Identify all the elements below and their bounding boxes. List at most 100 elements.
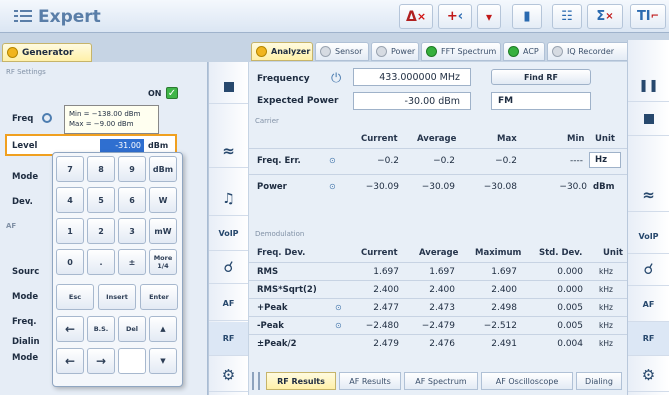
key-del[interactable]: Del xyxy=(118,316,146,342)
key-w[interactable]: W xyxy=(149,187,177,213)
delta-flag-icon[interactable]: + ‹ xyxy=(438,4,472,29)
key-right[interactable]: → xyxy=(87,348,115,374)
pause-icon[interactable]: ❚❚ xyxy=(628,68,669,102)
expected-power-input[interactable]: -30.00 dBm xyxy=(353,92,471,110)
level-input[interactable]: -31.00 xyxy=(100,139,144,152)
key-3[interactable]: 3 xyxy=(118,218,146,244)
row-divider xyxy=(249,280,627,281)
unit-select[interactable]: Hz xyxy=(589,152,621,168)
key-insert[interactable]: Insert xyxy=(98,284,136,310)
key-down[interactable]: ▼ xyxy=(149,348,177,374)
key-left[interactable]: ← xyxy=(56,348,84,374)
table-row: +Peak ⊙ 2.477 2.473 2.498 0.005 kHz xyxy=(249,300,627,316)
cell-std: 0.005 xyxy=(557,303,583,313)
row-label: AF xyxy=(6,222,17,230)
tab-af-oscilloscope[interactable]: AF Oscilloscope xyxy=(481,372,573,390)
voip-button[interactable]: VoIP xyxy=(209,217,248,251)
key-esc[interactable]: Esc xyxy=(56,284,94,310)
row-label: RMS*Sqrt(2) xyxy=(257,285,317,295)
signal-gen-icon[interactable]: ☌ xyxy=(628,252,669,286)
t-pi-icon[interactable]: TI ⌐ xyxy=(630,4,666,29)
rf-button[interactable]: RF xyxy=(209,322,248,356)
settings-icon[interactable]: ⚙ xyxy=(209,358,248,392)
app-title: Expert xyxy=(38,7,101,27)
row-label: Dialin xyxy=(12,337,40,347)
tab-af-results[interactable]: AF Results xyxy=(339,372,401,390)
tab-rf-results[interactable]: RF Results xyxy=(266,372,336,390)
row-label: Dev. xyxy=(12,197,33,207)
key-1[interactable]: 1 xyxy=(56,218,84,244)
key-blank[interactable] xyxy=(118,348,146,374)
stop-icon[interactable] xyxy=(209,70,248,104)
dropdown-icon[interactable]: ▾ xyxy=(477,4,501,29)
frequency-label: Frequency xyxy=(257,74,310,84)
drag-handle-icon[interactable] xyxy=(252,372,260,390)
tab-power[interactable]: Power xyxy=(371,42,419,61)
key-up[interactable]: ▲ xyxy=(149,316,177,342)
cell-maximum: 2.491 xyxy=(491,339,517,349)
key-enter[interactable]: Enter xyxy=(140,284,178,310)
voip-button[interactable]: VoIP xyxy=(628,220,669,254)
signal-gen-icon[interactable]: ☌ xyxy=(209,250,248,284)
tab-label: IQ Recorder xyxy=(567,47,615,56)
key-dot[interactable]: . xyxy=(87,249,115,275)
music-note-icon[interactable]: ♫ xyxy=(209,182,248,216)
delta-marker-icon[interactable]: Δ × xyxy=(399,4,433,29)
tab-dialing[interactable]: Dialing xyxy=(576,372,622,390)
col-header: Min xyxy=(567,134,585,144)
stop-icon[interactable] xyxy=(628,102,669,136)
key-0[interactable]: 0 xyxy=(56,249,84,275)
key-6[interactable]: 6 xyxy=(118,187,146,213)
cell-average: 2.476 xyxy=(429,339,455,349)
key-bs[interactable]: B.S. xyxy=(87,316,115,342)
key-mw[interactable]: mW xyxy=(149,218,177,244)
tab-af-spectrum[interactable]: AF Spectrum xyxy=(404,372,478,390)
sine-wave-icon[interactable]: ≈ xyxy=(628,178,669,212)
row-label: Freq. xyxy=(12,317,37,327)
af-button[interactable]: AF xyxy=(628,288,669,322)
delta-s-icon[interactable]: Σ × xyxy=(587,4,623,29)
cell-current: −30.09 xyxy=(365,182,399,192)
row-label: Freq. Err. xyxy=(257,156,301,166)
key-plusminus[interactable]: ± xyxy=(118,249,146,275)
key-more[interactable]: More 1/4 xyxy=(149,249,177,275)
bar-icon[interactable]: ▮ xyxy=(512,4,542,29)
power-icon[interactable] xyxy=(42,113,52,123)
frequency-input[interactable]: 433.000000 MHz xyxy=(353,68,471,86)
col-header: Current xyxy=(361,134,398,144)
cell-average: −2.479 xyxy=(421,321,455,331)
col-header: Maximum xyxy=(475,248,522,258)
power-icon[interactable]: ⏻ xyxy=(331,71,341,86)
sine-wave-icon[interactable]: ≈ xyxy=(209,134,248,168)
cell-min: −30.0 xyxy=(559,182,587,192)
key-4[interactable]: 4 xyxy=(56,187,84,213)
tab-sensor[interactable]: Sensor xyxy=(315,42,369,61)
find-rf-button[interactable]: Find RF xyxy=(491,69,591,85)
right-side-toolbar: ❚❚ ≈ VoIP ☌ AF RF ⚙ xyxy=(627,40,669,395)
tab-analyzer[interactable]: Analyzer xyxy=(251,42,313,61)
key-7[interactable]: 7 xyxy=(56,156,84,182)
tab-generator[interactable]: Generator xyxy=(2,43,92,62)
tab-fft-spectrum[interactable]: FFT Spectrum xyxy=(421,42,501,61)
key-2[interactable]: 2 xyxy=(87,218,115,244)
key-dbm[interactable]: dBm xyxy=(149,156,177,182)
tab-acp[interactable]: ACP xyxy=(503,42,545,61)
expected-power-label: Expected Power xyxy=(257,96,339,106)
settings-icon[interactable]: ⚙ xyxy=(628,358,669,392)
grid-icon[interactable]: ☷ xyxy=(552,4,582,29)
freq-label: Freq xyxy=(12,114,34,124)
key-5[interactable]: 5 xyxy=(87,187,115,213)
cell-maximum: −2.512 xyxy=(483,321,517,331)
row-divider xyxy=(249,334,627,335)
af-button[interactable]: AF xyxy=(209,287,248,321)
level-label: Level xyxy=(12,141,38,151)
on-checkbox[interactable]: ✓ xyxy=(166,87,178,99)
rf-button[interactable]: RF xyxy=(628,322,669,356)
table-row: ±Peak/2 2.479 2.476 2.491 0.004 kHz xyxy=(249,336,627,352)
key-8[interactable]: 8 xyxy=(87,156,115,182)
status-dot-icon xyxy=(320,46,331,57)
mode-select[interactable]: FM xyxy=(491,92,591,110)
key-backspace-arrow[interactable]: ← xyxy=(56,316,84,342)
key-9[interactable]: 9 xyxy=(118,156,146,182)
row-label: Mode xyxy=(12,292,39,302)
